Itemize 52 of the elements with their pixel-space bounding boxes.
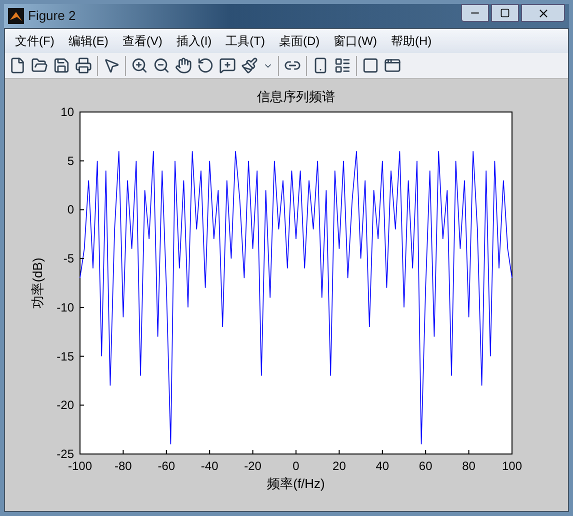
menu-item[interactable]: 桌面(D) [272, 32, 326, 50]
x-tick-label: 40 [376, 459, 390, 473]
window-title: Figure 2 [28, 7, 76, 26]
menu-item[interactable]: 窗口(W) [328, 32, 383, 50]
plot-title: 信息序列频谱 [257, 89, 335, 104]
pointer-icon[interactable] [103, 57, 120, 74]
x-tick-label: -60 [158, 459, 176, 473]
x-tick-label: 60 [418, 459, 432, 473]
save-icon[interactable] [53, 57, 70, 74]
y-tick-label: -5 [63, 252, 74, 266]
y-axis-label: 功率(dB) [30, 258, 45, 308]
x-tick-label: 100 [502, 459, 522, 473]
menu-item[interactable]: 编辑(E) [62, 32, 114, 50]
x-tick-label: 20 [332, 459, 346, 473]
y-tick-label: -25 [56, 447, 74, 461]
menu-item[interactable]: 查看(V) [116, 32, 168, 50]
folder-icon[interactable] [31, 57, 48, 74]
x-tick-label: 80 [462, 459, 476, 473]
y-tick-label: -20 [56, 398, 74, 412]
x-tick-label: -20 [244, 459, 262, 473]
y-tick-label: -15 [56, 349, 74, 364]
rotate-icon[interactable] [197, 57, 214, 74]
menu-item[interactable]: 文件(F) [9, 32, 60, 50]
x-tick-label: 0 [292, 459, 300, 473]
close-icon [536, 6, 550, 20]
menu-item[interactable]: 插入(I) [170, 32, 218, 50]
app-logo-icon [8, 8, 24, 24]
window-icon[interactable] [384, 57, 401, 74]
legend-icon[interactable] [334, 57, 351, 74]
maximize-button[interactable] [491, 4, 519, 22]
x-tick-label: -100 [68, 459, 92, 473]
menu-item[interactable]: 帮助(H) [384, 32, 438, 50]
close-button[interactable] [521, 4, 565, 22]
brush-icon[interactable] [241, 57, 258, 74]
menu-item[interactable]: 工具(T) [220, 32, 271, 50]
hand-icon[interactable] [175, 57, 192, 74]
y-tick-label: 0 [67, 202, 74, 217]
data-cursor-icon[interactable] [219, 57, 236, 74]
minimize-button[interactable] [461, 4, 489, 22]
zoom-in-icon[interactable] [131, 57, 148, 74]
zoom-out-icon[interactable] [153, 57, 170, 74]
y-tick-label: -10 [56, 300, 74, 314]
colorbar-icon[interactable] [312, 57, 329, 74]
x-axis-label: 频率(f/Hz) [267, 476, 325, 491]
x-tick-label: -80 [114, 459, 132, 473]
y-tick-label: 10 [60, 105, 74, 119]
new-file-icon[interactable] [9, 57, 26, 74]
x-tick-label: -40 [200, 459, 218, 473]
square-icon[interactable] [362, 57, 379, 74]
y-tick-label: 5 [67, 154, 74, 168]
print-icon[interactable] [75, 57, 92, 74]
maximize-icon [500, 8, 510, 18]
